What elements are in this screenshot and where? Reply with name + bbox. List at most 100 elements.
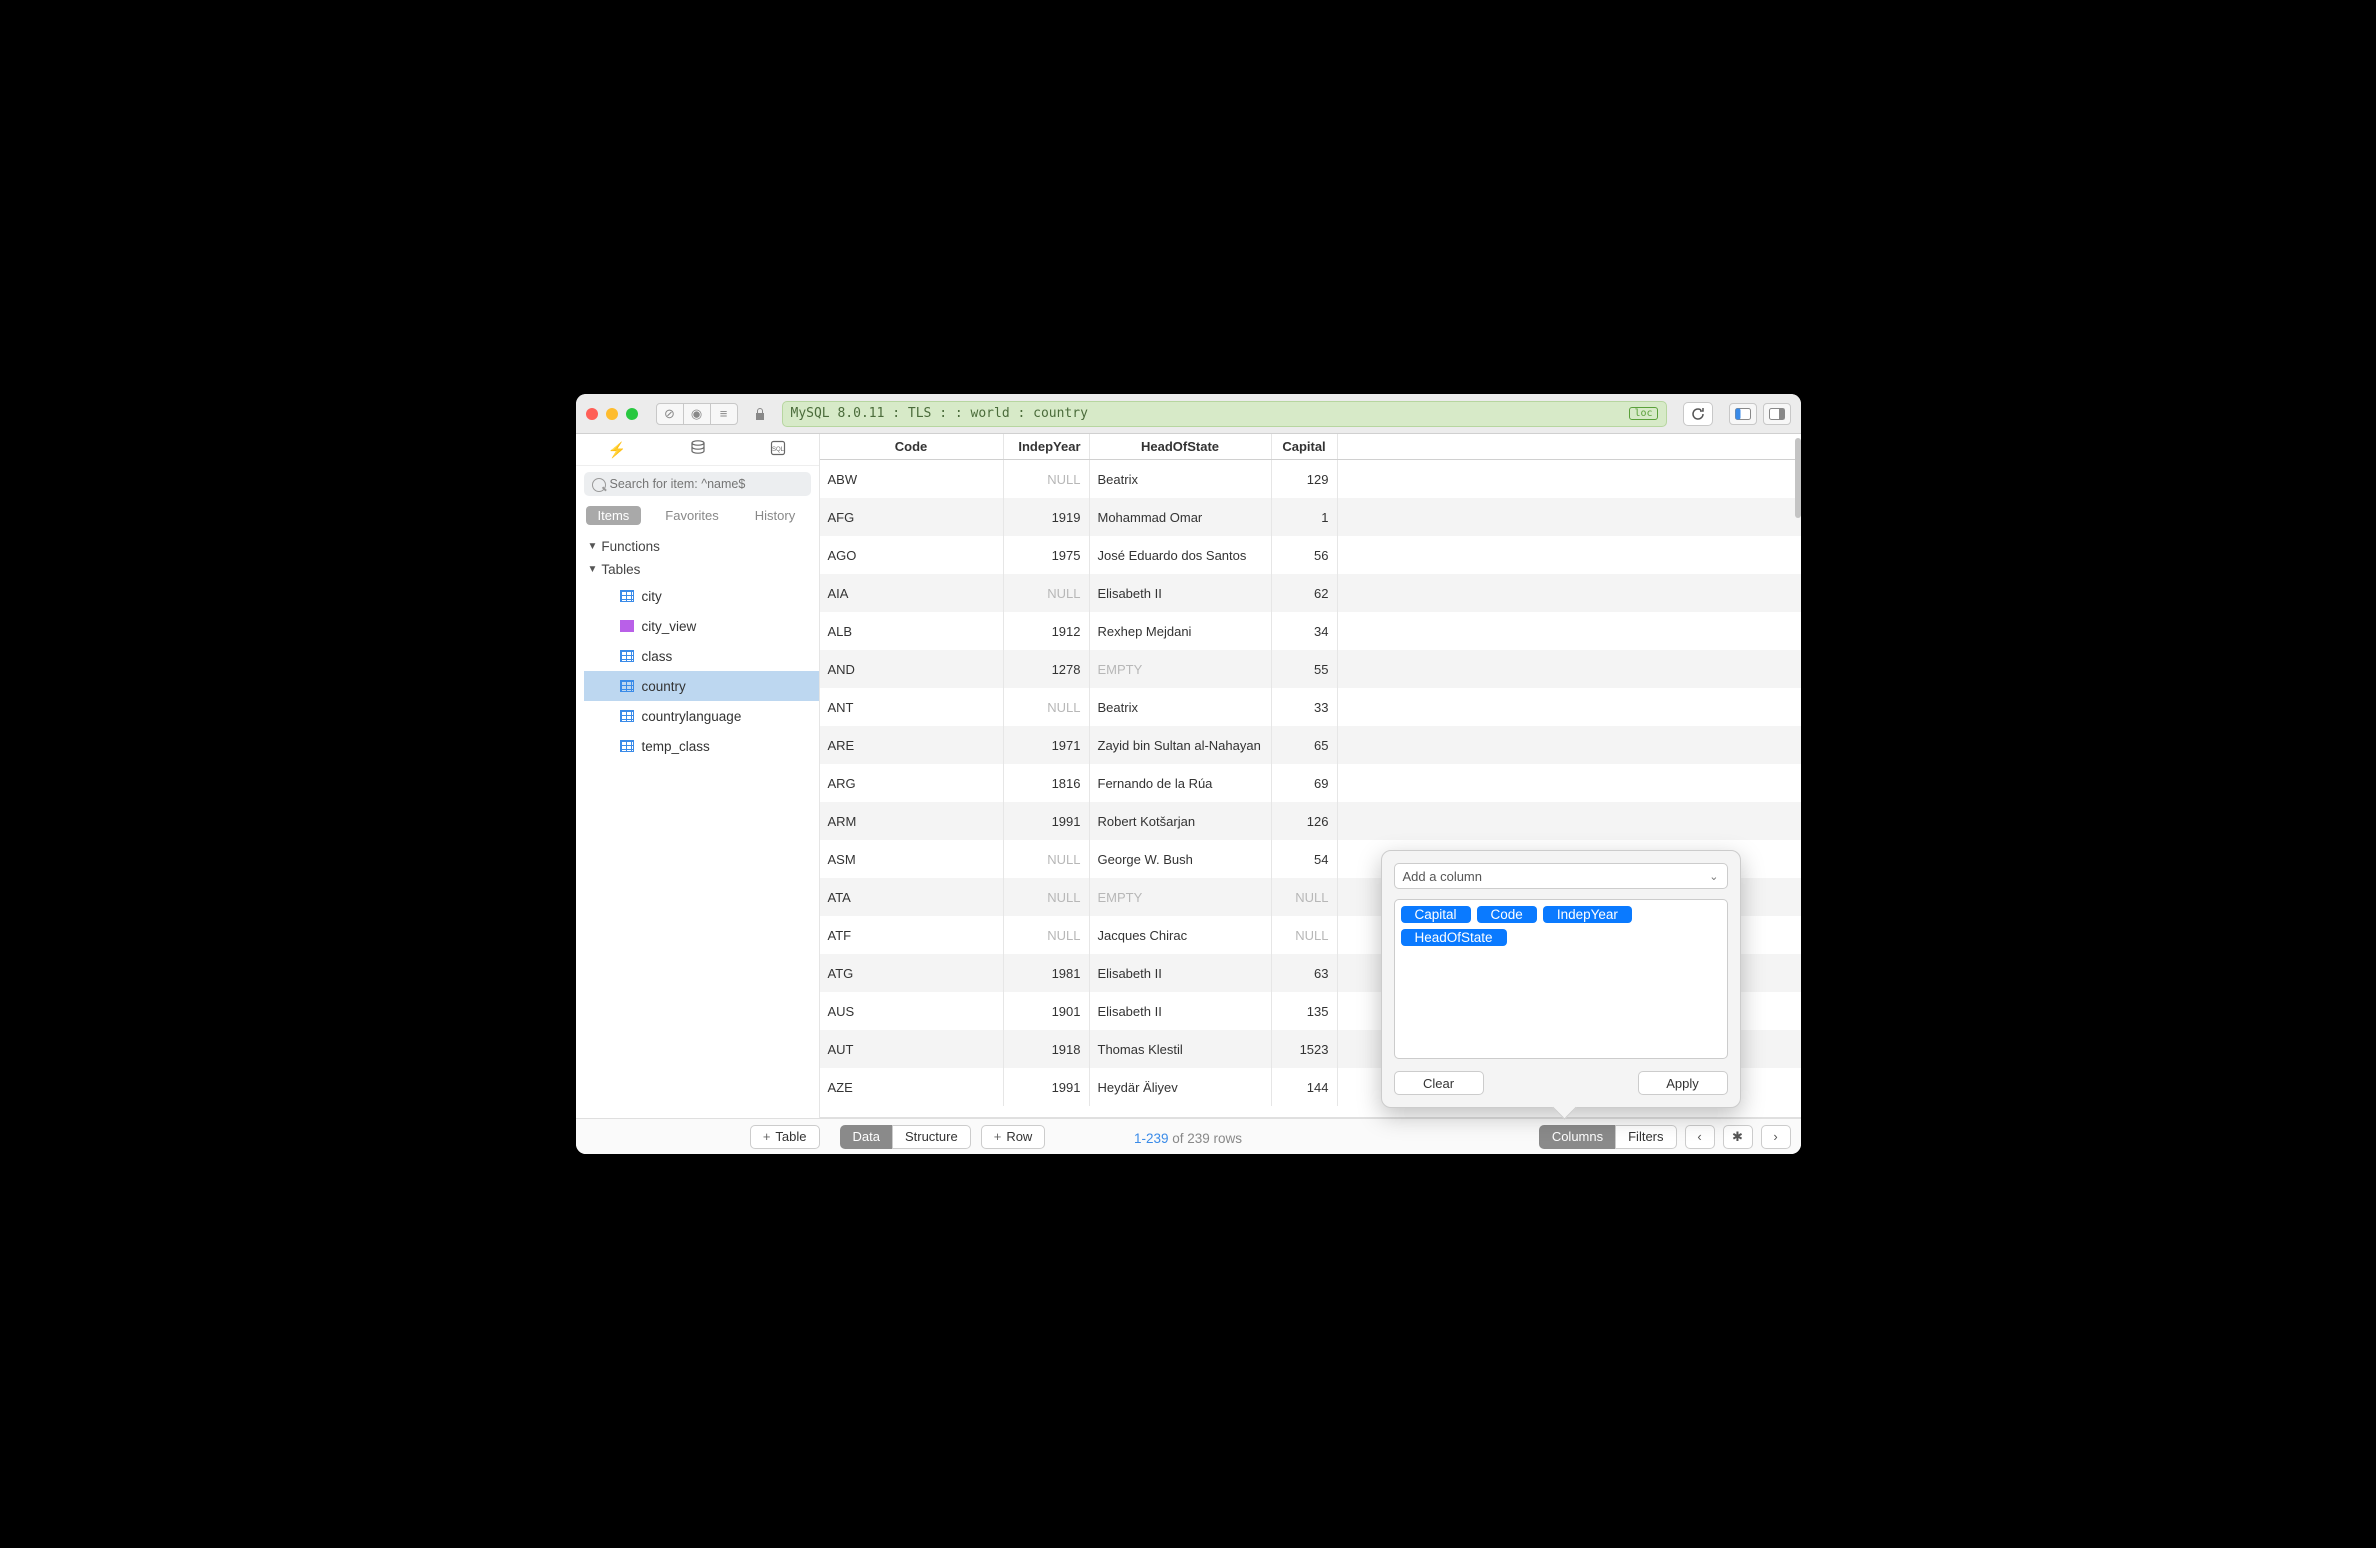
table-row[interactable]: ABWNULLBeatrix129 [820,460,1801,498]
cell[interactable]: 1971 [1004,726,1090,764]
view-button[interactable]: ◉ [683,403,711,425]
cell[interactable]: 34 [1272,612,1338,650]
cell[interactable]: 1918 [1004,1030,1090,1068]
cell[interactable]: NULL [1004,688,1090,726]
cell[interactable]: 1991 [1004,802,1090,840]
cell[interactable]: AFG [820,498,1004,536]
tree-section-functions[interactable]: ▼ Functions [584,535,819,558]
cell[interactable]: 1816 [1004,764,1090,802]
connection-bar[interactable]: MySQL 8.0.11 : TLS : : world : country l… [782,401,1667,427]
cell[interactable]: Robert Kotšarjan [1090,802,1272,840]
table-row[interactable]: AFG1919Mohammad Omar1 [820,498,1801,536]
tree-section-tables[interactable]: ▼ Tables [584,558,819,581]
layout-sidebar-button[interactable] [1729,403,1757,425]
cell[interactable]: 1 [1272,498,1338,536]
filter-items[interactable]: Items [586,506,642,525]
cell[interactable]: Zayid bin Sultan al-Nahayan [1090,726,1272,764]
cell[interactable]: 135 [1272,992,1338,1030]
cell[interactable]: 144 [1272,1068,1338,1106]
close-window-button[interactable] [586,408,598,420]
cell[interactable]: AGO [820,536,1004,574]
sidebar-item-country[interactable]: country [584,671,819,701]
cell[interactable]: 63 [1272,954,1338,992]
table-row[interactable]: ARE1971Zayid bin Sultan al-Nahayan65 [820,726,1801,764]
cell[interactable]: AUT [820,1030,1004,1068]
table-row[interactable]: ARM1991Robert Kotšarjan126 [820,802,1801,840]
cell[interactable]: 1919 [1004,498,1090,536]
column-tag[interactable]: HeadOfState [1401,929,1507,946]
cell[interactable]: EMPTY [1090,650,1272,688]
apply-button[interactable]: Apply [1638,1071,1728,1095]
cell[interactable]: 1981 [1004,954,1090,992]
col-header-code[interactable]: Code [820,434,1004,459]
cell[interactable]: Beatrix [1090,688,1272,726]
cell[interactable]: Elisabeth II [1090,574,1272,612]
cell[interactable]: 1523 [1272,1030,1338,1068]
cell[interactable]: ALB [820,612,1004,650]
add-column-select[interactable]: Add a column ⌄ [1394,863,1728,889]
structure-tab[interactable]: Structure [892,1125,971,1149]
cell[interactable]: Heydär Äliyev [1090,1068,1272,1106]
sidebar-item-countrylanguage[interactable]: countrylanguage [584,701,819,731]
sidebar-item-temp_class[interactable]: temp_class [584,731,819,761]
column-tag[interactable]: IndepYear [1543,906,1632,923]
cell[interactable]: ATA [820,878,1004,916]
data-tab[interactable]: Data [840,1125,893,1149]
refresh-button[interactable] [1683,402,1713,426]
cell[interactable]: 62 [1272,574,1338,612]
table-row[interactable]: ALB1912Rexhep Mejdani34 [820,612,1801,650]
filters-button[interactable]: Filters [1615,1125,1676,1149]
cell[interactable]: 65 [1272,726,1338,764]
column-tag[interactable]: Code [1477,906,1537,923]
list-button[interactable]: ≡ [710,403,738,425]
cell[interactable]: ANT [820,688,1004,726]
cell[interactable]: NULL [1272,916,1338,954]
selected-columns-box[interactable]: Capital Code IndepYear HeadOfState [1394,899,1728,1059]
scrollbar-thumb[interactable] [1795,438,1801,518]
cell[interactable]: ATG [820,954,1004,992]
cell[interactable]: 1912 [1004,612,1090,650]
plug-tab[interactable]: ⚡ [590,437,645,463]
sidebar-item-class[interactable]: class [584,641,819,671]
clear-button[interactable]: Clear [1394,1071,1484,1095]
next-page-button[interactable]: › [1761,1125,1791,1149]
search-input[interactable] [584,472,811,496]
cell[interactable]: Elisabeth II [1090,992,1272,1030]
prev-page-button[interactable]: ‹ [1685,1125,1715,1149]
cell[interactable]: Elisabeth II [1090,954,1272,992]
table-row[interactable]: ANTNULLBeatrix33 [820,688,1801,726]
cell[interactable]: NULL [1272,878,1338,916]
cell[interactable]: José Eduardo dos Santos [1090,536,1272,574]
cell[interactable]: 1991 [1004,1068,1090,1106]
layout-panel-button[interactable] [1763,403,1791,425]
cell[interactable]: 56 [1272,536,1338,574]
minimize-window-button[interactable] [606,408,618,420]
sql-tab[interactable]: SQL [752,436,804,464]
cell[interactable]: 54 [1272,840,1338,878]
cell[interactable]: Mohammad Omar [1090,498,1272,536]
cell[interactable]: ARG [820,764,1004,802]
cell[interactable]: ABW [820,460,1004,498]
cell[interactable]: 69 [1272,764,1338,802]
cell[interactable]: 33 [1272,688,1338,726]
cell[interactable]: AUS [820,992,1004,1030]
cell[interactable]: EMPTY [1090,878,1272,916]
cell[interactable]: Jacques Chirac [1090,916,1272,954]
filter-favorites[interactable]: Favorites [653,506,730,525]
table-row[interactable]: AIANULLElisabeth II62 [820,574,1801,612]
cell[interactable]: ATF [820,916,1004,954]
cell[interactable]: ARE [820,726,1004,764]
cell[interactable]: 129 [1272,460,1338,498]
cell[interactable]: Fernando de la Rúa [1090,764,1272,802]
column-tag[interactable]: Capital [1401,906,1471,923]
cell[interactable]: AND [820,650,1004,688]
cell[interactable]: Rexhep Mejdani [1090,612,1272,650]
settings-button[interactable]: ✱ [1723,1125,1753,1149]
cell[interactable]: NULL [1004,460,1090,498]
cell[interactable]: ARM [820,802,1004,840]
cell[interactable]: 1901 [1004,992,1090,1030]
table-row[interactable]: AGO1975José Eduardo dos Santos56 [820,536,1801,574]
database-tab[interactable] [672,436,724,464]
table-row[interactable]: AND1278EMPTY55 [820,650,1801,688]
cell[interactable]: 126 [1272,802,1338,840]
